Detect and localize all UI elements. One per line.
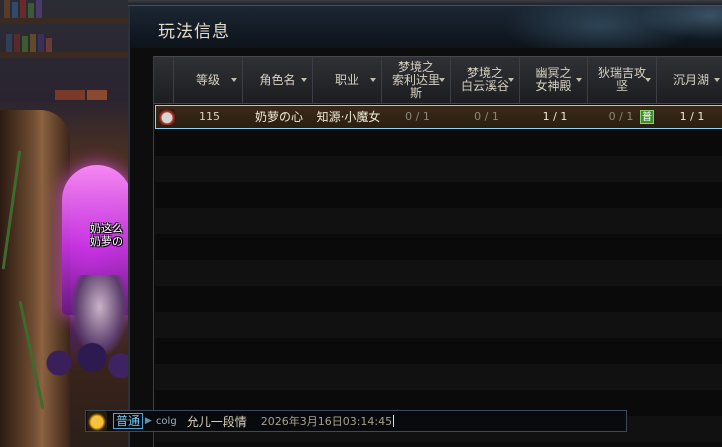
sort-arrow-icon <box>508 78 514 82</box>
column-header-label: 等级 <box>195 72 220 87</box>
column-header-label: 幽冥之 女神殿 <box>535 66 572 93</box>
empty-row <box>155 130 722 156</box>
column-header-label: 职业 <box>334 72 359 87</box>
column-header-sorridaris[interactable]: 梦境之 索利达里 斯 <box>382 57 451 103</box>
column-header-label: 狄瑞吉攻 坚 <box>597 66 646 93</box>
column-header-level[interactable]: 等级 <box>174 57 243 103</box>
window-header: 玩法信息 <box>130 6 722 48</box>
column-header-baiyun[interactable]: 梦境之 白云溪谷 <box>451 57 520 103</box>
tree-trunk <box>0 110 70 447</box>
chat-emoji-icon[interactable] <box>87 411 107 431</box>
column-header-label: 沉月湖 <box>672 72 709 87</box>
game-scene: 奶这么 奶萝の <box>0 0 140 447</box>
books <box>6 34 52 52</box>
bookshelf <box>0 18 140 24</box>
column-header-label: 梦境之 索利达里 斯 <box>391 59 440 100</box>
play-info-table: 等级 角色名 职业 梦境之 索利达里 斯 梦境之 白云溪谷 幽冥之 女神殿 狄瑞… <box>153 56 722 447</box>
cell-sorridaris: 0 / 1 <box>405 110 430 123</box>
chat-timestamp: 2026年3月16日03:14:45 <box>260 415 393 428</box>
empty-row <box>155 208 722 234</box>
column-header-label: 角色名 <box>259 72 296 87</box>
empty-row <box>155 312 722 338</box>
cell-youming: 1 / 1 <box>542 110 568 123</box>
empty-row <box>155 338 722 364</box>
empty-row <box>155 260 722 286</box>
empty-row <box>155 364 722 390</box>
column-header-youming[interactable]: 幽冥之 女神殿 <box>520 57 588 103</box>
chat-channel-button[interactable]: 普通 <box>113 413 144 429</box>
sort-arrow-icon <box>301 78 307 82</box>
sort-arrow-icon <box>714 78 720 82</box>
chat-arrow-icon: ▶ <box>145 416 152 426</box>
sort-arrow-icon <box>576 78 582 82</box>
table-row[interactable]: 115 奶萝の心 知源·小魔女 0 / 1 0 / 1 1 / 1 0 / 1 … <box>155 105 722 129</box>
chat-bar: 普通 ▶ colg 允儿一段情 2026年3月16日03:14:45 <box>85 410 627 432</box>
chat-message: 允儿一段情 <box>186 414 247 429</box>
play-info-window: 玩法信息 等级 角色名 职业 梦境之 索利达里 斯 梦境之 白云溪谷 幽冥之 女… <box>128 6 722 447</box>
empty-row <box>155 182 722 208</box>
chat-username: colg <box>155 415 177 427</box>
books <box>55 90 107 100</box>
column-header-chenyue[interactable]: 沉月湖 <box>657 57 722 103</box>
column-header-label: 梦境之 白云溪谷 <box>460 66 509 93</box>
rose-decoration <box>40 330 135 385</box>
column-header-job[interactable]: 职业 <box>313 57 382 103</box>
cell-chenyue: 1 / 1 <box>679 110 705 123</box>
normal-difficulty-badge: 普 <box>640 110 654 124</box>
sort-arrow-icon <box>645 78 651 82</box>
empty-row <box>155 156 722 182</box>
cell-level: 115 <box>199 110 220 123</box>
cell-name: 奶萝の心 <box>254 110 303 124</box>
character-icon <box>159 109 175 125</box>
empty-row <box>155 234 722 260</box>
text-cursor <box>393 415 395 427</box>
sort-arrow-icon <box>370 78 376 82</box>
window-title: 玩法信息 <box>158 22 230 42</box>
cell-baiyun: 0 / 1 <box>474 110 499 123</box>
sort-arrow-icon <box>231 78 237 82</box>
sort-arrow-icon <box>439 78 445 82</box>
column-header-diruiji[interactable]: 狄瑞吉攻 坚 <box>588 57 657 103</box>
empty-row <box>155 286 722 312</box>
cell-job: 知源·小魔女 <box>316 110 381 124</box>
column-header-icon <box>154 57 174 103</box>
table-header: 等级 角色名 职业 梦境之 索利达里 斯 梦境之 白云溪谷 幽冥之 女神殿 狄瑞… <box>154 56 722 104</box>
books <box>4 0 42 18</box>
bookshelf <box>0 52 140 58</box>
column-header-name[interactable]: 角色名 <box>243 57 313 103</box>
